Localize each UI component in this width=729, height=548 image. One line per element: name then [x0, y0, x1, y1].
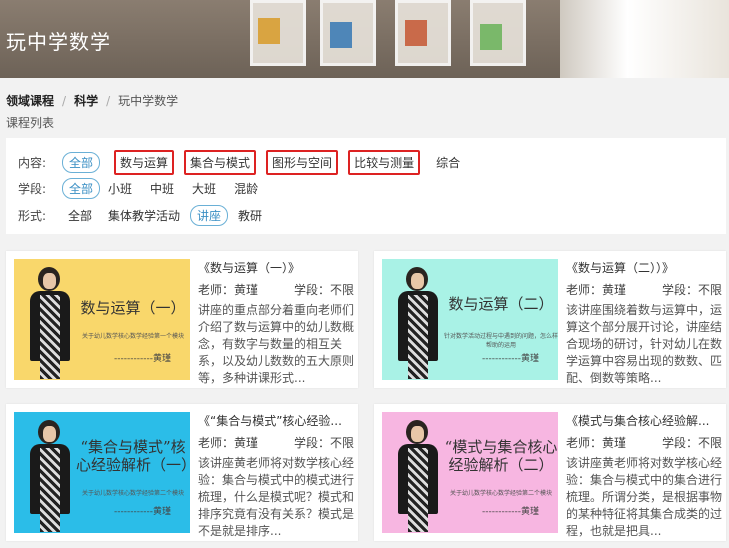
breadcrumb-separator: / [106, 94, 111, 108]
filter-option-mixed[interactable]: 混龄 [228, 179, 264, 198]
course-grade: 学段：不限 [293, 436, 354, 450]
thumbnail-title: “模式与集合核心经验解析（二） [444, 438, 558, 474]
page-title: 玩中学数学 [6, 30, 111, 54]
thumbnail-author: ------------黄瑾 [482, 507, 539, 517]
filter-option-set-pattern[interactable]: 集合与模式 [184, 150, 257, 175]
course-title[interactable]: 《“集合与模式”核心经验... [198, 412, 354, 429]
filter-option-shape-space[interactable]: 图形与空间 [266, 150, 339, 175]
thumbnail-subtitle: 关于幼儿数学核心数学经验第二个模块 [449, 490, 552, 497]
thumbnail-title: 数与运算（二） [448, 295, 554, 313]
course-grade: 学段：不限 [661, 436, 722, 450]
course-grade: 学段：不限 [661, 283, 722, 297]
thumbnail-author: ------------黄瑾 [114, 354, 171, 364]
banner-book [258, 18, 280, 44]
course-thumbnail[interactable]: “模式与集合核心经验解析（二） 关于幼儿数学核心数学经验第二个模块 ------… [382, 412, 558, 533]
course-card[interactable]: “模式与集合核心经验解析（二） 关于幼儿数学核心数学经验第二个模块 ------… [374, 404, 726, 541]
course-meta: 老师：黄瑾 学段：不限 [198, 434, 354, 451]
course-info: 《模式与集合核心经验解... 老师：黄瑾 学段：不限 该讲座黄老师将对数学核心经… [566, 412, 722, 540]
course-thumbnail[interactable]: 数与运算（一） 关于幼儿数学核心数学经验第一个模块 ------------黄瑾 [14, 259, 190, 380]
filter-row-grade: 学段: 全部 小班 中班 大班 混龄 [18, 178, 278, 199]
course-title[interactable]: 《模式与集合核心经验解... [566, 412, 722, 429]
breadcrumb-section[interactable]: 科学 [74, 94, 98, 108]
filter-option-all[interactable]: 全部 [62, 178, 101, 199]
thumbnail-subtitle: 关于幼儿数学核心数学经验第二个模块 [81, 490, 184, 497]
course-info: 《“集合与模式”核心经验... 老师：黄瑾 学段：不限 该讲座黄老师将对数学核心… [198, 412, 354, 540]
course-description: 该讲座黄老师将对数学核心经验：集合与模式中的模式进行梳理，什么是模式呢？模式和排… [198, 456, 354, 538]
course-teacher: 老师：黄瑾 [198, 283, 259, 297]
course-meta: 老师：黄瑾 学段：不限 [566, 434, 722, 451]
course-thumbnail[interactable]: “集合与模式”核心经验解析（一） 关于幼儿数学核心数学经验第二个模块 -----… [14, 412, 190, 533]
course-meta: 老师：黄瑾 学段：不限 [566, 281, 722, 298]
teacher-photo [396, 265, 440, 380]
banner-book [330, 22, 352, 48]
thumbnail-title: 数与运算（一） [80, 299, 186, 317]
filter-option-group-activity[interactable]: 集体教学活动 [102, 206, 186, 225]
filter-label: 形式: [18, 209, 47, 223]
thumbnail-subtitle: 关于幼儿数学核心数学经验第一个模块 [81, 333, 184, 340]
course-grade: 学段：不限 [293, 283, 354, 297]
course-description: 该讲座围绕着数与运算中，运算这个部分展开讨论，讲座结合现场的研讨，针对幼儿在数学… [566, 303, 722, 385]
filter-option-compare-measure[interactable]: 比较与测量 [348, 150, 421, 175]
filter-option-all[interactable]: 全部 [62, 206, 98, 225]
course-teacher: 老师：黄瑾 [198, 436, 259, 450]
course-teacher: 老师：黄瑾 [566, 436, 627, 450]
thumbnail-title: “集合与模式”核心经验解析（一） [76, 438, 190, 474]
filter-option-lecture[interactable]: 讲座 [190, 205, 229, 226]
filter-option-large[interactable]: 大班 [186, 179, 222, 198]
banner-book [480, 24, 502, 50]
filter-option-middle[interactable]: 中班 [144, 179, 180, 198]
filter-option-all[interactable]: 全部 [62, 152, 101, 173]
filter-option-research[interactable]: 教研 [232, 206, 268, 225]
course-info: 《数与运算（一）》 老师：黄瑾 学段：不限 讲座的重点部分着重向老师们介绍了数与… [198, 259, 354, 387]
course-teacher: 老师：黄瑾 [566, 283, 627, 297]
teacher-photo [396, 418, 440, 533]
course-description: 讲座的重点部分着重向老师们介绍了数与运算中的幼儿数概念，有数字与数量的相互关系，… [198, 303, 354, 385]
banner-book [405, 20, 427, 46]
course-title[interactable]: 《数与运算（一）》 [198, 259, 354, 276]
thumbnail-author: ------------黄瑾 [114, 507, 171, 517]
thumbnail-subtitle: 针对数学活动过程与中遇到的问题，怎么样帮助的运用 [444, 333, 558, 349]
filter-label: 内容: [18, 156, 47, 170]
filter-option-comprehensive[interactable]: 综合 [430, 153, 466, 172]
course-list-label: 课程列表 [6, 116, 55, 130]
filter-option-small[interactable]: 小班 [102, 179, 138, 198]
filter-label: 学段: [18, 182, 47, 196]
filter-row-format: 形式: 全部 集体教学活动 讲座 教研 [18, 205, 282, 226]
course-title[interactable]: 《数与运算（二））》 [566, 259, 722, 276]
breadcrumb-home[interactable]: 领域课程 [6, 94, 54, 108]
banner-shelf [560, 0, 729, 78]
breadcrumb-current: 玩中学数学 [118, 94, 179, 108]
filter-option-number[interactable]: 数与运算 [114, 150, 175, 175]
filter-panel: 内容: 全部 数与运算 集合与模式 图形与空间 比较与测量 综合 学段: 全部 … [6, 138, 726, 234]
teacher-photo [28, 265, 72, 380]
course-card[interactable]: “集合与模式”核心经验解析（一） 关于幼儿数学核心数学经验第二个模块 -----… [6, 404, 358, 541]
course-description: 该讲座黄老师将对数学核心经验：集合与模式中的集合进行梳理。所谓分类，是根据事物的… [566, 456, 722, 538]
course-info: 《数与运算（二））》 老师：黄瑾 学段：不限 该讲座围绕着数与运算中，运算这个部… [566, 259, 722, 387]
course-thumbnail[interactable]: 数与运算（二） 针对数学活动过程与中遇到的问题，怎么样帮助的运用 -------… [382, 259, 558, 380]
filter-row-content: 内容: 全部 数与运算 集合与模式 图形与空间 比较与测量 综合 [18, 150, 480, 175]
course-card[interactable]: 数与运算（二） 针对数学活动过程与中遇到的问题，怎么样帮助的运用 -------… [374, 251, 726, 388]
thumbnail-author: ------------黄瑾 [482, 354, 539, 364]
course-card[interactable]: 数与运算（一） 关于幼儿数学核心数学经验第一个模块 ------------黄瑾… [6, 251, 358, 388]
page-banner: 玩中学数学 [0, 0, 729, 78]
breadcrumb-separator: / [62, 94, 67, 108]
breadcrumb: 领域课程 / 科学 / 玩中学数学 [6, 92, 178, 109]
course-meta: 老师：黄瑾 学段：不限 [198, 281, 354, 298]
teacher-photo [28, 418, 72, 533]
